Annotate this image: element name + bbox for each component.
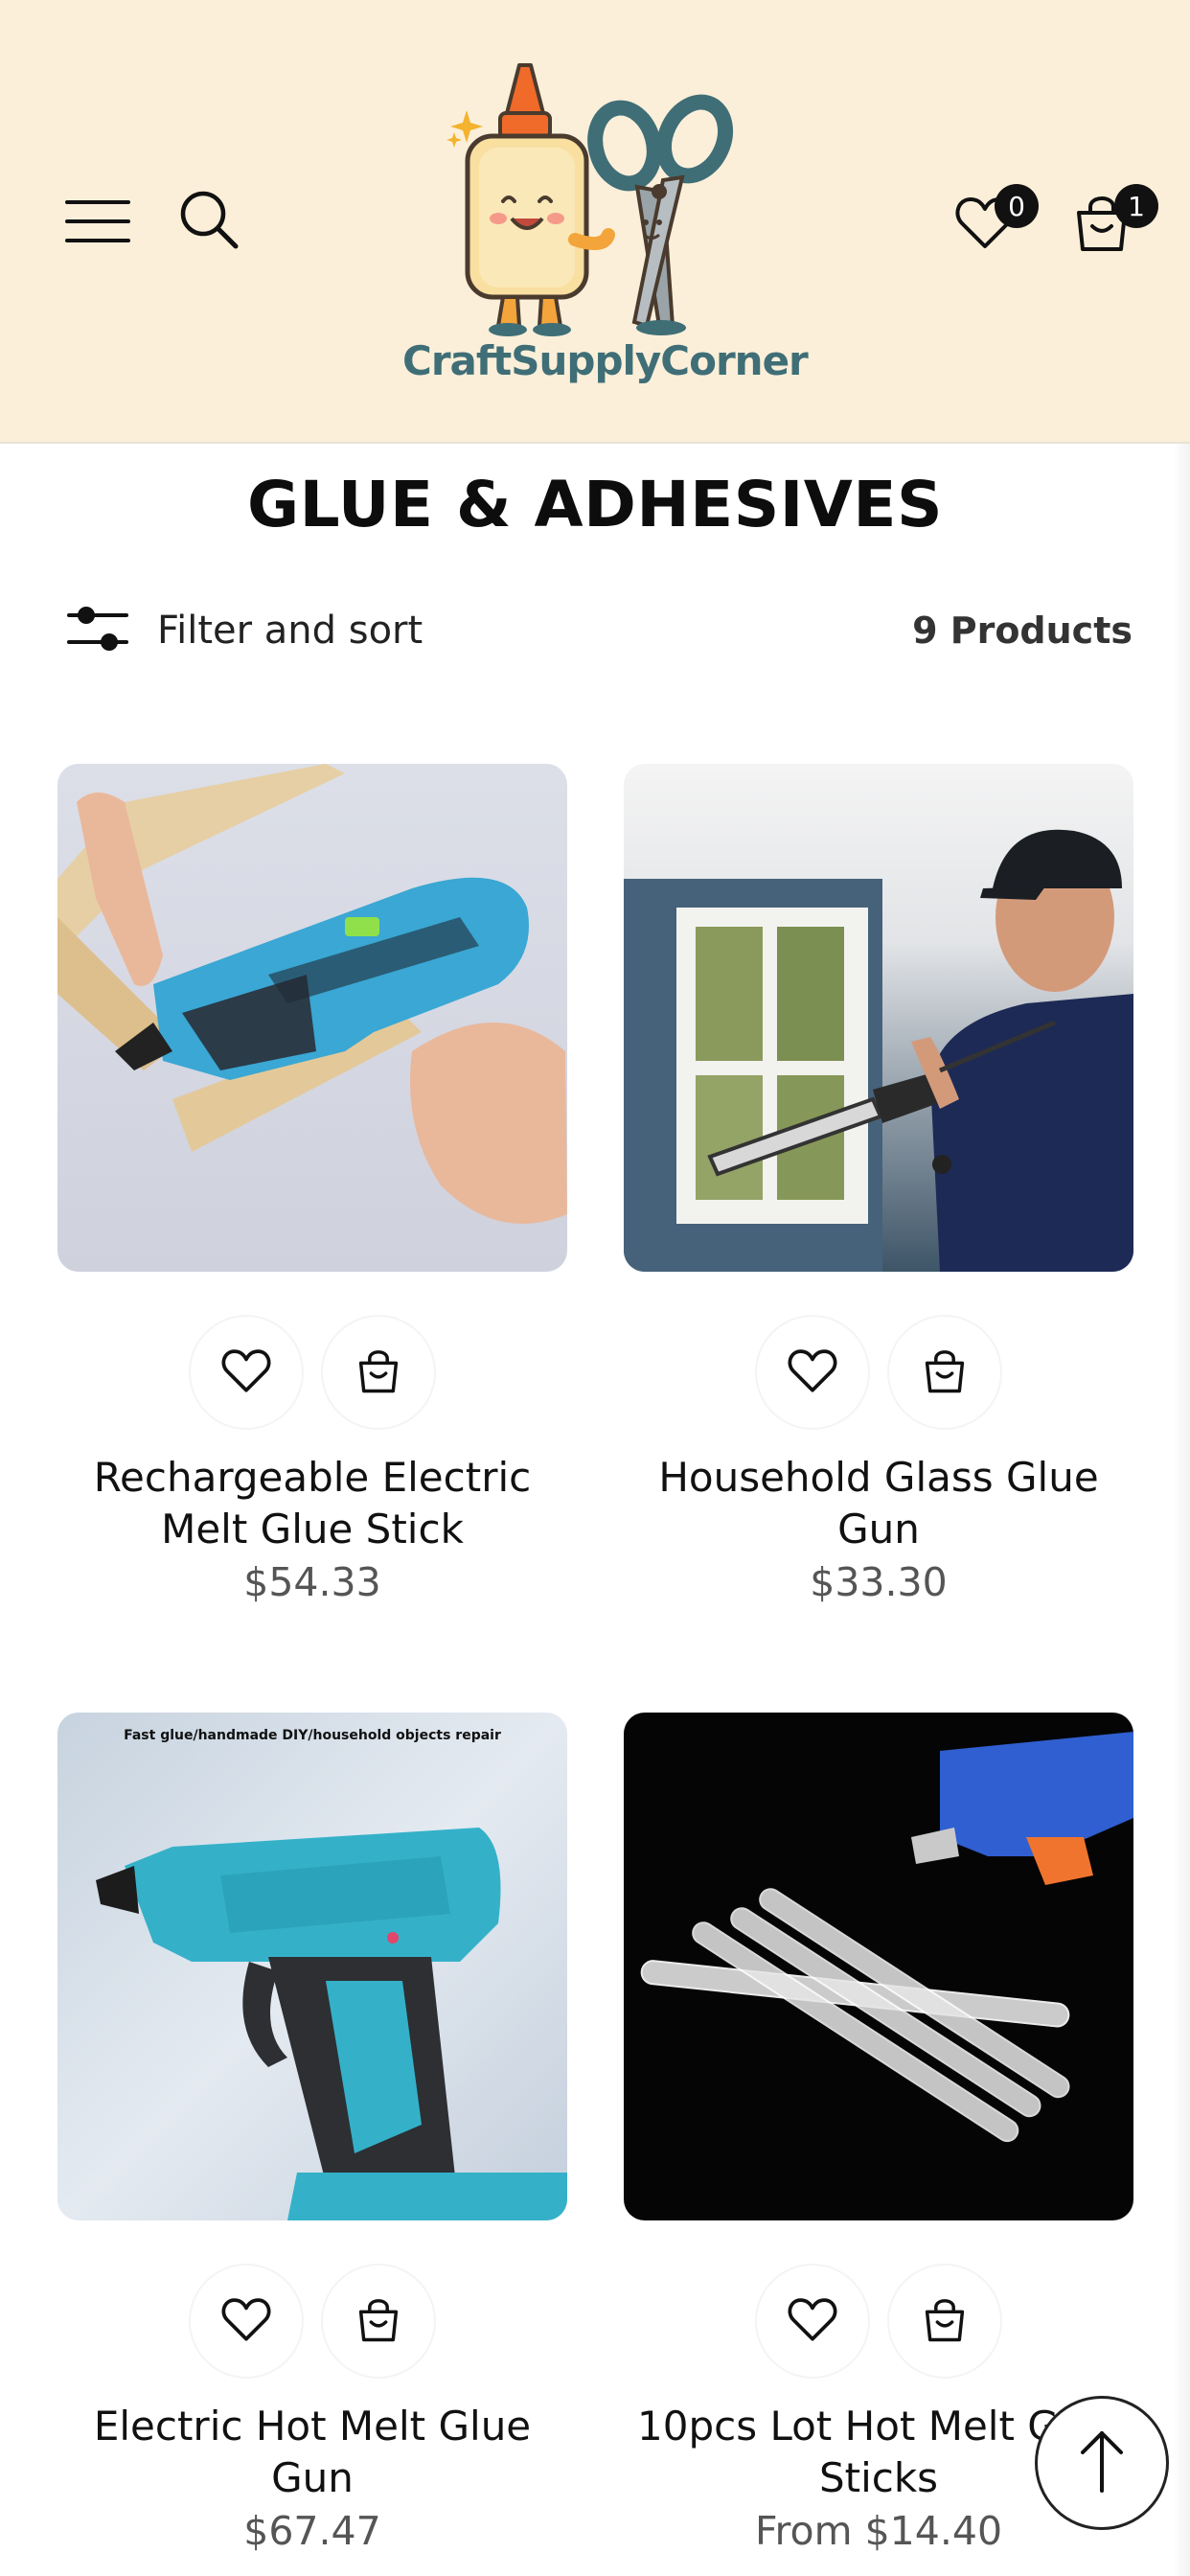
product-count: 9 Products — [912, 610, 1133, 652]
add-to-cart-button[interactable] — [321, 2264, 436, 2379]
product-image[interactable] — [57, 1713, 567, 2220]
product-image[interactable] — [624, 1713, 1133, 2220]
product-image-caption: Fast glue/handmade DIY/household objects… — [124, 1728, 501, 1743]
product-price: $33.30 — [810, 1559, 948, 1605]
cart-icon — [923, 2295, 967, 2348]
add-to-wishlist-button[interactable] — [755, 2264, 870, 2379]
filter-and-sort-button[interactable]: Filter and sort — [67, 602, 423, 660]
cart-icon — [923, 1346, 967, 1399]
collection-title: GLUE & ADHESIVES — [246, 468, 944, 541]
add-to-cart-button[interactable] — [887, 2264, 1002, 2379]
product-title[interactable]: Household Glass Glue Gun — [624, 1452, 1133, 1555]
brand-name: CraftSupplyCorner — [402, 337, 809, 384]
add-to-cart-button[interactable] — [321, 1315, 436, 1430]
search-icon[interactable] — [174, 185, 243, 254]
product-image[interactable] — [624, 764, 1133, 1272]
product-price: $54.33 — [243, 1559, 381, 1605]
scroll-edge-shadow — [1173, 444, 1190, 2576]
cart-count-badge: 1 — [1114, 184, 1158, 228]
wishlist-count-badge: 0 — [995, 184, 1039, 228]
add-to-cart-button[interactable] — [887, 1315, 1002, 1430]
product-title[interactable]: Electric Hot Melt Glue Gun — [57, 2401, 567, 2504]
product-price: From $14.40 — [754, 2508, 1003, 2554]
product-price: $67.47 — [243, 2508, 381, 2554]
product-image[interactable] — [57, 764, 567, 1272]
site-header: CraftSupplyCorner 0 1 — [0, 0, 1190, 444]
back-to-top-button[interactable] — [1035, 2396, 1169, 2530]
add-to-wishlist-button[interactable] — [189, 1315, 304, 1430]
arrow-up-icon — [1073, 2427, 1131, 2499]
heart-icon — [788, 2296, 837, 2347]
cart-icon — [356, 2295, 400, 2348]
filter-bar: Filter and sort 9 Products — [67, 594, 1133, 667]
add-to-wishlist-button[interactable] — [755, 1315, 870, 1430]
heart-icon — [788, 1347, 837, 1398]
card-actions — [624, 2264, 1133, 2379]
heart-icon — [221, 2296, 271, 2347]
cart-icon — [356, 1346, 400, 1399]
card-actions — [57, 1315, 567, 1430]
heart-icon — [221, 1347, 271, 1398]
sliders-icon — [67, 602, 128, 660]
card-actions — [57, 2264, 567, 2379]
filter-and-sort-label: Filter and sort — [157, 609, 423, 653]
menu-icon[interactable] — [63, 188, 132, 255]
add-to-wishlist-button[interactable] — [189, 2264, 304, 2379]
product-title[interactable]: Rechargeable Electric Melt Glue Stick — [57, 1452, 567, 1555]
card-actions — [624, 1315, 1133, 1430]
